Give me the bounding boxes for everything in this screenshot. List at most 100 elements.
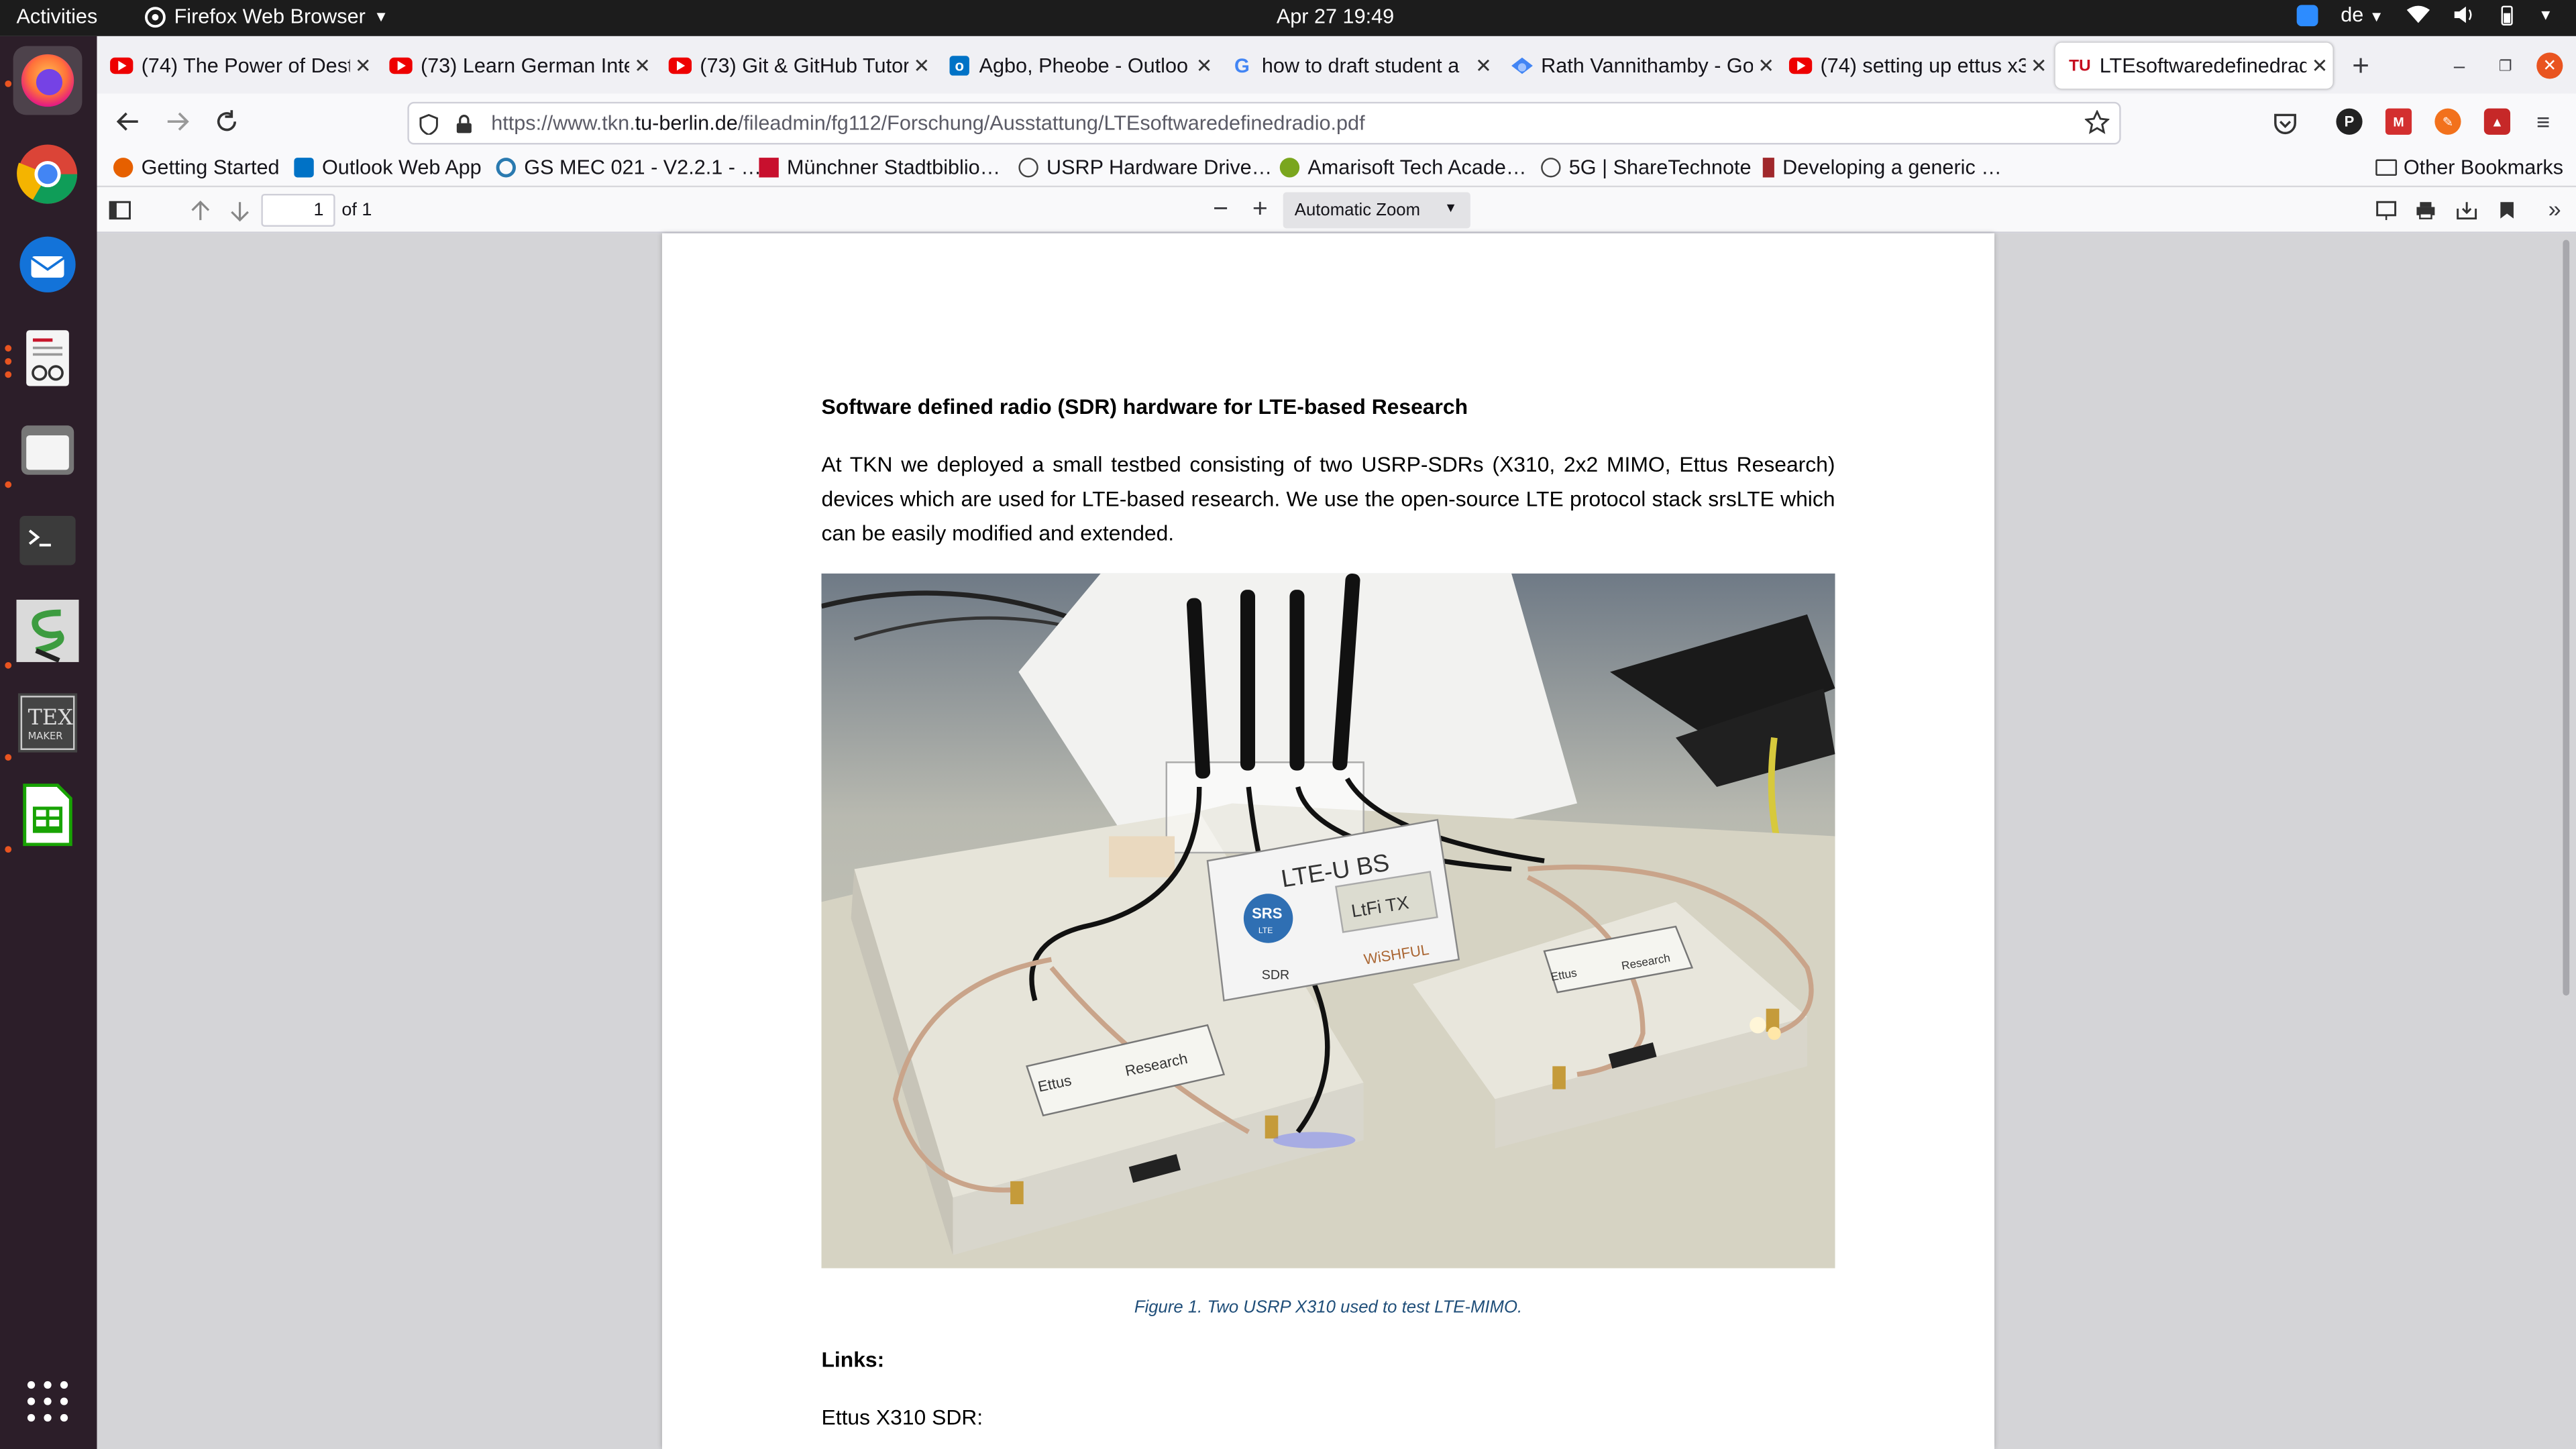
- arrow-left-icon: [116, 112, 138, 131]
- tab[interactable]: o Agbo, Pheobe - Outloo ✕: [934, 43, 1217, 89]
- extension-mendeley-icon[interactable]: M: [2385, 108, 2412, 135]
- back-button[interactable]: [113, 107, 143, 136]
- shield-icon[interactable]: [419, 113, 441, 134]
- tab-title: how to draft student a: [1261, 54, 1460, 78]
- dock-firefox[interactable]: [13, 46, 83, 115]
- next-page-button[interactable]: [227, 197, 253, 223]
- tab[interactable]: Rath Vannithamby - Go ✕: [1497, 43, 1779, 89]
- language-indicator[interactable]: de ▼: [2341, 3, 2383, 26]
- dock-document-viewer[interactable]: [13, 323, 83, 392]
- zoom-in-button[interactable]: +: [1247, 195, 1273, 223]
- close-tab-icon[interactable]: ✕: [350, 54, 376, 77]
- presentation-icon: [2375, 201, 2396, 221]
- figure-photo: LTE-U BS SRS LTE LtFi TX SDR WiSHFUL Ett…: [821, 573, 1835, 1269]
- bookmark-item[interactable]: Getting Started: [113, 156, 280, 179]
- lock-icon[interactable]: [455, 113, 478, 134]
- tab[interactable]: (74) The Power of Dest ✕: [97, 43, 376, 89]
- tools-button[interactable]: »: [2542, 195, 2568, 221]
- tab[interactable]: (74) setting up ettus x3 ✕: [1776, 43, 2051, 89]
- new-tab-button[interactable]: +: [2348, 48, 2374, 82]
- close-tab-icon[interactable]: ✕: [629, 54, 655, 77]
- tab-title: (73) Learn German Inte: [420, 54, 629, 78]
- tab-strip: (74) The Power of Dest ✕ (73) Learn Germ…: [97, 36, 2576, 94]
- bookmark-item[interactable]: Outlook Web App: [294, 156, 482, 179]
- close-window-button[interactable]: ✕: [2536, 52, 2563, 79]
- scrollbar[interactable]: [2563, 239, 2570, 996]
- bookmark-item[interactable]: Münchner Stadtbiblio…: [759, 156, 1000, 179]
- extension-p-icon[interactable]: P: [2336, 108, 2363, 135]
- minus-icon: −: [1213, 195, 1229, 224]
- library-icon: [759, 158, 779, 178]
- minimize-button[interactable]: –: [2447, 52, 2473, 78]
- youtube-icon: [389, 54, 413, 77]
- close-tab-icon[interactable]: ✕: [1191, 54, 1218, 77]
- save-button[interactable]: [2453, 197, 2479, 223]
- sidebar-toggle-button[interactable]: [107, 197, 133, 223]
- tab[interactable]: (73) Git & GitHub Tutor ✕: [655, 43, 934, 89]
- document-title: Software defined radio (SDR) hardware fo…: [821, 394, 1468, 419]
- print-button[interactable]: [2412, 197, 2438, 223]
- close-tab-icon[interactable]: ✕: [2306, 54, 2332, 77]
- zoom-out-button[interactable]: −: [1208, 195, 1234, 224]
- sidebar-icon: [109, 201, 131, 220]
- google-icon: G: [1234, 54, 1250, 78]
- bookmark-item[interactable]: USRP Hardware Drive…: [1018, 156, 1272, 179]
- youtube-icon: [110, 54, 133, 77]
- dock-sharelatex[interactable]: [13, 596, 83, 665]
- dock-chrome[interactable]: [13, 140, 83, 209]
- zoom-icon[interactable]: [2296, 4, 2318, 25]
- tab-active[interactable]: TU LTEsoftwaredefinedrad ✕: [2055, 42, 2333, 89]
- pocket-icon[interactable]: [2270, 109, 2300, 138]
- dock-files[interactable]: [13, 416, 83, 485]
- tab-title: LTEsoftwaredefinedrad: [2099, 54, 2307, 78]
- previous-page-button[interactable]: [187, 197, 213, 223]
- zoom-select[interactable]: Automatic Zoom ▼: [1283, 192, 1470, 229]
- bookmark-star-icon[interactable]: [2084, 109, 2110, 140]
- tab[interactable]: G how to draft student a ✕: [1218, 43, 1497, 89]
- presentation-mode-button[interactable]: [2372, 197, 2398, 223]
- thunderbird-icon: [19, 236, 76, 292]
- dock-thunderbird[interactable]: [13, 230, 83, 299]
- dock-libreoffice-calc[interactable]: [13, 780, 83, 849]
- close-tab-icon[interactable]: ✕: [908, 54, 934, 77]
- extension-orange-icon[interactable]: ✎: [2434, 108, 2461, 135]
- arrow-up-icon: [191, 199, 210, 219]
- bookmark-item[interactable]: GS MEC 021 - V2.2.1 - …: [496, 156, 761, 179]
- dock-texmaker[interactable]: TEX MAKER: [13, 688, 83, 757]
- forward-button[interactable]: [162, 107, 192, 136]
- show-applications-button[interactable]: [13, 1367, 83, 1436]
- app-menu-button[interactable]: ≡: [2530, 109, 2556, 135]
- dock-terminal[interactable]: [13, 506, 83, 575]
- ettus-line: Ettus X310 SDR:: [821, 1404, 983, 1430]
- bookmark-item[interactable]: 5G | ShareTechnote: [1541, 156, 1752, 179]
- figure-caption: Figure 1. Two USRP X310 used to test LTE…: [1134, 1297, 1523, 1318]
- close-tab-icon[interactable]: ✕: [2026, 54, 2052, 77]
- globe-icon: [1541, 158, 1561, 178]
- bookmark-item[interactable]: Developing a generic …: [1758, 156, 2002, 179]
- other-bookmarks[interactable]: Other Bookmarks: [2375, 156, 2563, 179]
- tab-title: (73) Git & GitHub Tutor: [700, 54, 909, 78]
- extension-ublock-icon[interactable]: ▲: [2483, 108, 2511, 135]
- system-tray[interactable]: de ▼ ▼: [2296, 3, 2553, 26]
- firefox-icon: [21, 54, 74, 107]
- activities-button[interactable]: Activities: [16, 5, 97, 28]
- tab[interactable]: (73) Learn German Inte ✕: [376, 43, 655, 89]
- running-indicator: [5, 371, 12, 378]
- close-tab-icon[interactable]: ✕: [1470, 54, 1497, 77]
- app-menu[interactable]: Firefox Web Browser ▼: [145, 5, 388, 28]
- bookmark-label: Amarisoft Tech Acade…: [1307, 156, 1527, 179]
- sharelatex-icon: [16, 599, 79, 662]
- running-indicator: [5, 345, 12, 352]
- libreoffice-calc-icon: [23, 784, 72, 847]
- clock[interactable]: Apr 27 19:49: [1277, 5, 1394, 28]
- tab-title: (74) setting up ettus x3: [1820, 54, 2026, 78]
- url-bar[interactable]: https://www.tkn.tu-berlin.de/fileadmin/f…: [407, 101, 2121, 145]
- reload-button[interactable]: [212, 107, 241, 136]
- outlook-icon: [294, 158, 314, 178]
- page-number-input[interactable]: 1: [261, 193, 335, 227]
- double-chevron-icon: »: [2548, 195, 2561, 222]
- battery-icon: [2501, 5, 2513, 25]
- bookmark-view-button[interactable]: [2494, 197, 2520, 223]
- bookmark-item[interactable]: Amarisoft Tech Acade…: [1279, 156, 1527, 179]
- restore-button[interactable]: ❐: [2492, 52, 2518, 78]
